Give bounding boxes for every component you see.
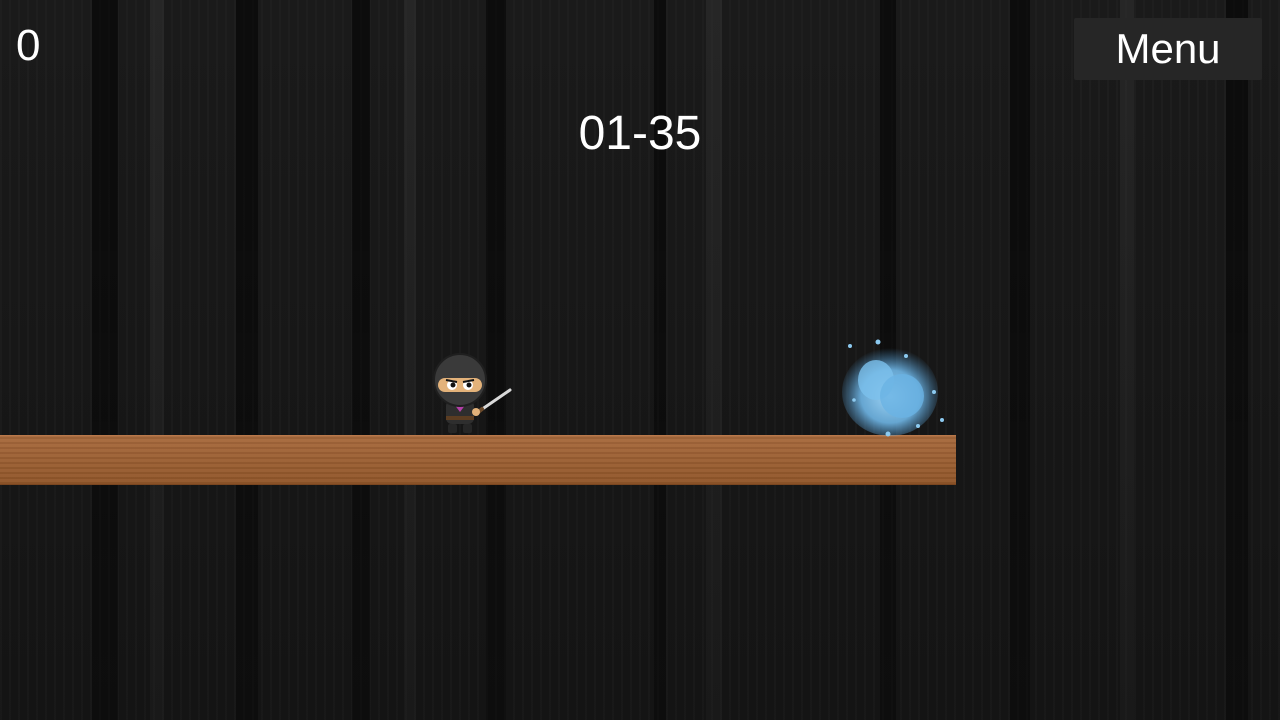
background-stripe xyxy=(352,0,370,720)
wooden-platform xyxy=(0,435,956,485)
background-stripe xyxy=(92,0,118,720)
background-stripe xyxy=(1120,0,1134,720)
ninja-character xyxy=(426,352,518,436)
background-stripe xyxy=(404,0,416,720)
score-counter: 0 xyxy=(16,21,41,70)
background-stripe xyxy=(236,0,258,720)
spirit-sprite xyxy=(842,339,944,437)
background-stripe xyxy=(150,0,164,720)
background-stripe xyxy=(1226,0,1248,720)
background-stripe xyxy=(1010,0,1030,720)
level-timer: 01-35 xyxy=(578,107,702,160)
blue-spirit-enemy xyxy=(830,330,954,446)
game-scene: 0 01-35 Menu xyxy=(0,0,1280,720)
menu-button[interactable]: Menu xyxy=(1074,18,1262,80)
ninja-sprite xyxy=(433,353,512,433)
